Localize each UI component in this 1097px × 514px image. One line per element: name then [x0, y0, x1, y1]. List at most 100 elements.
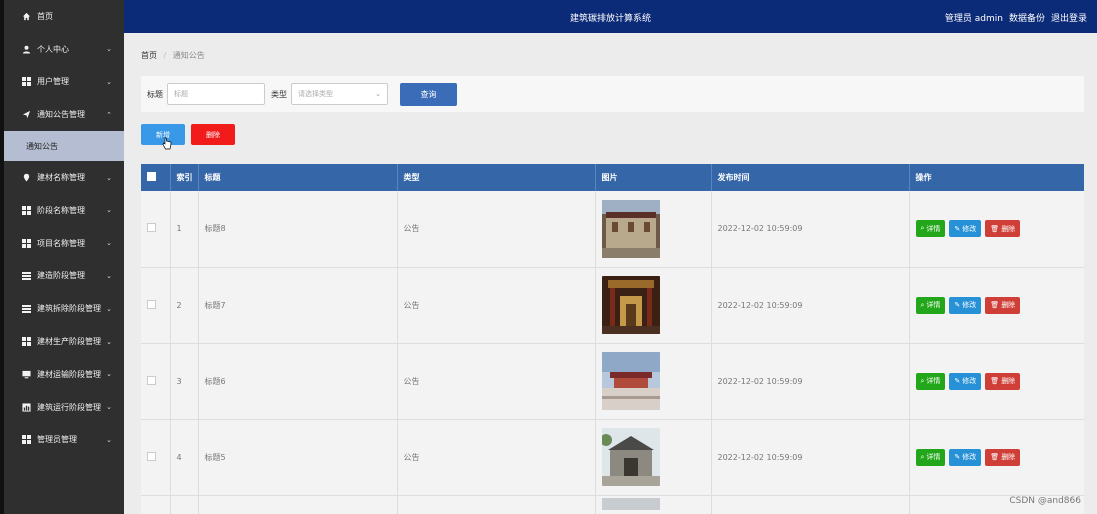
delete-button[interactable]: 🗑 删除 — [985, 220, 1021, 238]
title-placeholder: 标题 — [174, 90, 188, 98]
current-user: 管理员 admin — [944, 14, 1003, 24]
sidebar-item-demolition-stage[interactable]: 建筑拆除阶段管理 ⌄ — [4, 292, 124, 325]
table-row — [141, 495, 1084, 514]
sidebar-item-label: 建材运输阶段管理 — [37, 369, 101, 379]
notice-image — [601, 498, 660, 510]
column-header: 图片 — [595, 164, 712, 191]
row-image-cell — [595, 343, 712, 420]
home-icon — [21, 11, 31, 21]
detail-button[interactable]: ⌕ 详情 — [915, 372, 946, 390]
edit-label: 修改 — [962, 224, 977, 233]
sidebar-item-label: 建筑运行阶段管理 — [37, 402, 101, 412]
watermark: CSDN @and866 — [1009, 496, 1081, 506]
sidebar-item-project-name[interactable]: 项目名称管理 ⌄ — [4, 227, 124, 260]
search-bar: 标题 标题 类型 请选择类型 ⌄ 查询 — [141, 76, 1084, 112]
trash-icon: 🗑 — [990, 224, 1000, 233]
breadcrumb-separator: / — [163, 51, 167, 60]
sidebar-item-personal-center[interactable]: 个人中心 ⌄ — [4, 33, 124, 66]
type-label: 类型 — [271, 89, 287, 99]
chevron-down-icon: ⌄ — [106, 435, 112, 444]
row-checkbox[interactable] — [147, 223, 156, 233]
row-index: 1 — [170, 191, 199, 268]
sidebar-item-label: 建造阶段管理 — [37, 271, 85, 281]
type-select[interactable]: 请选择类型 ⌄ — [291, 83, 388, 105]
sidebar-item-stage-name[interactable]: 阶段名称管理 ⌄ — [4, 194, 124, 227]
select-all-header[interactable] — [141, 164, 171, 191]
row-checkbox[interactable] — [147, 299, 156, 309]
sidebar-subitem-notice[interactable]: 通知公告 — [4, 131, 124, 162]
chevron-down-icon: ⌄ — [106, 77, 112, 86]
select-all-checkbox[interactable] — [147, 172, 156, 181]
breadcrumb-home[interactable]: 首页 — [141, 51, 157, 60]
column-header: 发布时间 — [711, 164, 910, 191]
delete-label: 删除 — [1001, 377, 1016, 385]
edit-button[interactable]: ✎ 修改 — [949, 448, 982, 466]
detail-button[interactable]: ⌕ 详情 — [915, 220, 946, 238]
edit-button[interactable]: ✎ 修改 — [949, 220, 982, 238]
delete-button[interactable]: 🗑 删除 — [985, 296, 1021, 314]
sidebar-item-admin-management[interactable]: 管理员管理 ⌄ — [4, 424, 124, 457]
logout-link[interactable]: 退出登录 — [1051, 11, 1087, 24]
send-icon — [21, 110, 31, 120]
sidebar-item-operation-stage[interactable]: 建筑运行阶段管理 ⌄ — [4, 391, 124, 424]
table-row: 3 标题6 公告 2022-12-02 10:59:09 ⌕ 详情 ✎ 修改 🗑… — [141, 343, 1084, 420]
row-image-cell — [595, 419, 712, 496]
list-icon — [21, 271, 31, 281]
detail-label: 详情 — [926, 301, 941, 309]
edit-button[interactable]: ✎ 修改 — [949, 372, 982, 390]
batch-delete-button[interactable]: 删除 — [191, 124, 235, 145]
notice-image — [601, 199, 660, 258]
row-title: 标题6 — [198, 343, 398, 420]
sidebar-item-notice-management[interactable]: 通知公告管理 ⌃ — [4, 98, 124, 131]
detail-label: 详情 — [926, 453, 941, 461]
chevron-down-icon: ⌄ — [106, 304, 112, 313]
delete-label: 删除 — [1001, 453, 1016, 461]
row-actions: ⌕ 详情 ✎ 修改 🗑 删除 — [909, 267, 1084, 344]
sidebar-item-production-stage[interactable]: 建材生产阶段管理 ⌄ — [4, 325, 124, 358]
edit-label: 修改 — [962, 453, 977, 461]
row-checkbox[interactable] — [147, 375, 156, 385]
sidebar-item-user-management[interactable]: 用户管理 ⌄ — [4, 66, 124, 99]
sidebar-item-label: 管理员管理 — [37, 435, 77, 445]
monitor-icon — [21, 369, 31, 379]
notice-image — [601, 428, 660, 486]
sidebar-item-label: 通知公告管理 — [37, 110, 85, 120]
row-time: 2022-12-02 10:59:09 — [711, 191, 910, 268]
edit-button[interactable]: ✎ 修改 — [949, 296, 982, 314]
sidebar-item-label: 建筑拆除阶段管理 — [37, 304, 101, 314]
row-type: 公告 — [397, 419, 596, 496]
row-index: 4 — [170, 419, 199, 496]
table-row: 2 标题7 公告 2022-12-02 10:59:09 ⌕ 详情 ✎ 修改 🗑… — [141, 267, 1084, 344]
chevron-down-icon: ⌄ — [106, 206, 112, 215]
detail-button[interactable]: ⌕ 详情 — [915, 296, 946, 314]
breadcrumb: 首页 / 通知公告 — [141, 50, 205, 61]
title-search-input[interactable]: 标题 — [167, 83, 265, 105]
backup-link[interactable]: 数据备份 — [1009, 11, 1045, 24]
row-title: 标题8 — [198, 191, 398, 268]
row-actions: ⌕ 详情 ✎ 修改 🗑 删除 — [909, 419, 1084, 496]
trash-icon: 🗑 — [990, 453, 1000, 461]
grid-icon — [21, 435, 31, 445]
header-actions: 管理员 admin 数据备份 退出登录 — [945, 11, 1087, 24]
type-placeholder: 请选择类型 — [298, 90, 333, 98]
main-content: 首页 / 通知公告 标题 标题 类型 请选择类型 ⌄ 查询 新增 删除 索引 标… — [124, 33, 1097, 514]
sidebar-item-label: 项目名称管理 — [37, 238, 85, 248]
detail-button[interactable]: ⌕ 详情 — [915, 448, 946, 466]
sidebar-item-transport-stage[interactable]: 建材运输阶段管理 ⌄ — [4, 358, 124, 391]
edit-icon: ✎ — [954, 224, 961, 233]
grid-icon — [21, 238, 31, 248]
table-row: 1 标题8 公告 2022-12-02 10:59:09 ⌕ 详情 ✎ 修改 🗑… — [141, 191, 1084, 268]
sidebar-item-construction-stage[interactable]: 建造阶段管理 ⌄ — [4, 260, 124, 293]
edit-icon: ✎ — [954, 453, 961, 461]
pointer-cursor-icon — [162, 137, 172, 153]
delete-button[interactable]: 🗑 删除 — [985, 372, 1021, 390]
sidebar-item-material-name[interactable]: 建材名称管理 ⌄ — [4, 161, 124, 194]
detail-label: 详情 — [926, 377, 941, 385]
edit-icon: ✎ — [954, 377, 961, 385]
sidebar-item-home[interactable]: 首页 — [4, 0, 124, 33]
search-icon: ⌕ — [920, 452, 925, 461]
row-checkbox[interactable] — [147, 451, 156, 461]
query-button[interactable]: 查询 — [400, 82, 457, 106]
chevron-down-icon: ⌄ — [106, 337, 112, 346]
delete-button[interactable]: 🗑 删除 — [985, 448, 1021, 466]
